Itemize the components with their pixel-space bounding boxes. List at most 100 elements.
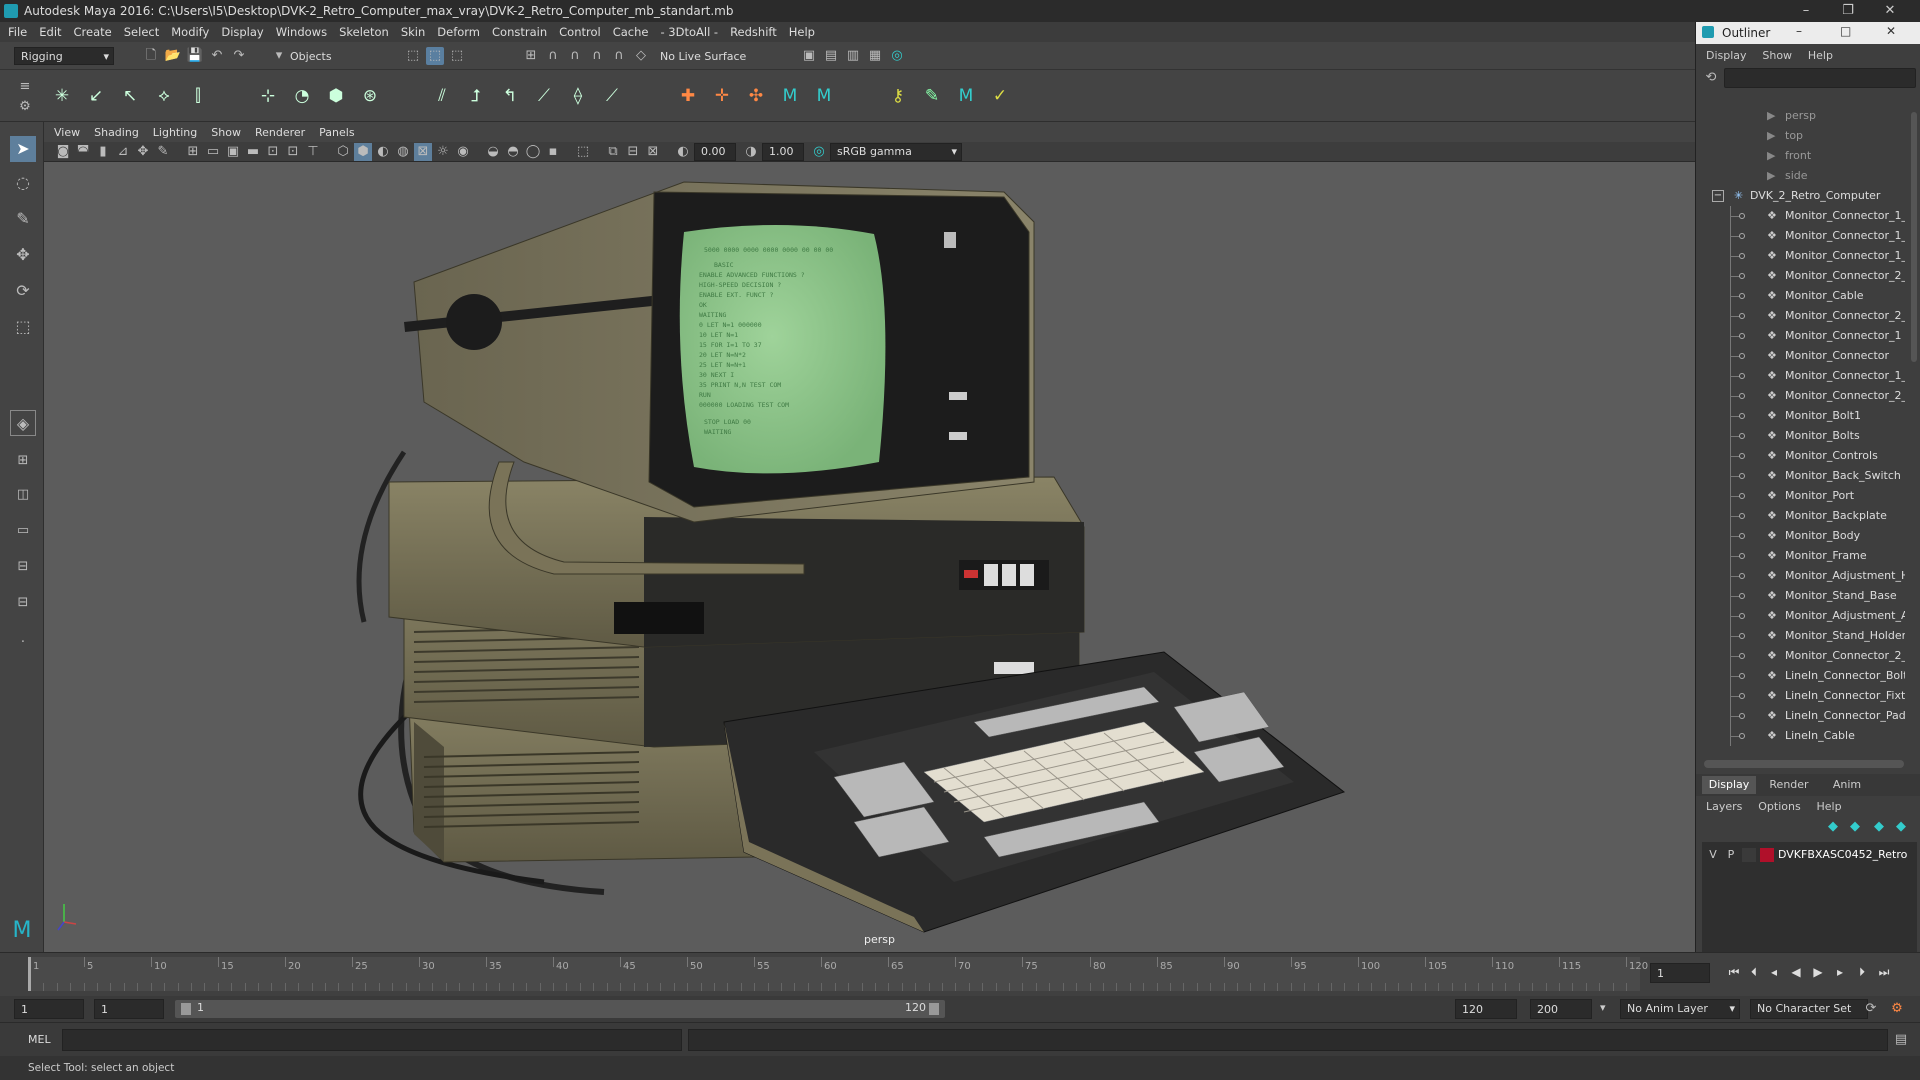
layer-tab-anim[interactable]: Anim [1820,776,1874,794]
cluster-icon[interactable]: ⊹ [256,84,280,108]
menu-edit[interactable]: Edit [39,25,61,39]
outliner-item[interactable]: ❖ LineIn_Cable [1700,726,1905,746]
outliner-item[interactable]: ❖ Monitor_Back_Switch [1700,466,1905,486]
outliner-item[interactable]: ❖ LineIn_Connector_Pad [1700,706,1905,726]
image-plane-icon[interactable]: ⊿ [114,143,132,161]
camera-attr-icon[interactable]: ◚ [74,143,92,161]
menu-help[interactable]: Help [789,25,815,39]
vp-menu-panels[interactable]: Panels [319,126,354,139]
outliner-camera-top[interactable]: ▶ top [1700,126,1905,146]
menu-modify[interactable]: Modify [171,25,209,39]
go-to-end-icon[interactable]: ⏭ [1875,963,1893,981]
gate-mask-icon[interactable]: ▬ [244,143,262,161]
new-layer-selected-icon[interactable]: ◆ [1846,818,1864,836]
layout-four-icon[interactable]: ⊞ [8,452,38,478]
step-back-frame-icon[interactable]: ◂ [1765,963,1783,981]
color-space-dropdown[interactable]: sRGB gamma ▾ [830,143,962,161]
playback-start-field[interactable]: 1 [94,999,164,1019]
toolbox-collapse-icon[interactable]: · [8,634,38,654]
joint-tool-icon[interactable]: ✳ [50,84,74,108]
range-bar[interactable]: 1 120 [175,1000,945,1018]
outliner-item[interactable]: ❖ LineIn_Connector_Bolts [1700,666,1905,686]
shelf-menu-icon[interactable]: ≡ [16,78,34,96]
brush-icon[interactable]: ✎ [920,84,944,108]
smooth-shade-icon[interactable]: ⬢ [354,143,372,161]
current-time-indicator[interactable] [28,957,31,991]
menu-windows[interactable]: Windows [276,25,327,39]
layer-menu-layers[interactable]: Layers [1706,800,1742,813]
paint-select-icon[interactable]: ✎ [10,206,36,232]
layer-menu-help[interactable]: Help [1817,800,1842,813]
outliner-item[interactable]: ❖ Monitor_Connector_1_Bo [1700,366,1905,386]
snap-view-icon[interactable]: ∩ [588,47,606,65]
outliner-menu-help[interactable]: Help [1808,49,1833,62]
outliner-item[interactable]: ❖ Monitor_Connector_1_Pa [1700,246,1905,266]
menu-skeleton[interactable]: Skeleton [339,25,389,39]
wrap-icon[interactable]: ⊛ [358,84,382,108]
playback-end-field[interactable]: 120 [1455,999,1517,1019]
ik-spline-icon[interactable]: ↖ [118,84,142,108]
menu-constrain[interactable]: Constrain [492,25,547,39]
field-chart-icon[interactable]: ⊡ [264,143,282,161]
paint-weights-icon[interactable]: ⟋ [532,84,556,108]
layer-down-icon[interactable]: ◆ [1892,818,1910,836]
close-icon[interactable]: ✕ [1870,0,1910,22]
outliner-item[interactable]: ❖ Monitor_Stand_Holders [1700,626,1905,646]
render-view-icon[interactable]: ▣ [800,47,818,65]
outliner-menu-show[interactable]: Show [1762,49,1792,62]
go-to-start-icon[interactable]: ⏮ [1725,963,1743,981]
point-constraint-icon[interactable]: ✛ [710,84,734,108]
ambient-occlusion-icon[interactable]: ◉ [454,143,472,161]
script-editor-icon[interactable]: ▤ [1892,1031,1910,1049]
isolate-icon[interactable]: ▪ [544,143,562,161]
safe-action-icon[interactable]: ⊡ [284,143,302,161]
gamma-field[interactable]: 1.00 [762,143,804,161]
collapse-icon[interactable]: − [1712,190,1724,202]
end-time-field[interactable]: 200 [1530,999,1592,1019]
lasso-tool-icon[interactable]: ◌ [10,170,36,196]
outliner-item[interactable]: ❖ Monitor_Adjustment_Axe [1700,606,1905,626]
select-object-icon[interactable]: ⬚ [426,47,444,65]
play-backward-icon[interactable]: ◀ [1787,963,1805,981]
outliner-item[interactable]: ❖ Monitor_Cable [1700,286,1905,306]
bind-skin-icon[interactable]: ⫽ [430,84,454,108]
two-d-pan-icon[interactable]: ✥ [134,143,152,161]
shelf-settings-icon[interactable]: ⚙ [16,98,34,116]
layer-playback-toggle[interactable]: P [1724,846,1738,864]
outliner-item[interactable]: ❖ Monitor_Adjustment_Ha [1700,566,1905,586]
bookmark-icon[interactable]: ▮ [94,143,112,161]
outliner-item[interactable]: ❖ Monitor_Bolt1 [1700,406,1905,426]
vp-menu-shading[interactable]: Shading [94,126,139,139]
menu-skin[interactable]: Skin [401,25,425,39]
auto-key-icon[interactable]: ⟳ [1862,1000,1880,1018]
check-icon[interactable]: ✓ [988,84,1012,108]
outliner-root-group[interactable]: − ✳ DVK_2_Retro_Computer [1700,186,1905,206]
color-management-icon[interactable]: ◎ [810,143,828,161]
maya-m-icon[interactable]: M [778,84,802,108]
command-language-label[interactable]: MEL [28,1033,51,1046]
redo-icon[interactable]: ↷ [230,47,248,65]
menu-3dtoall[interactable]: - 3DtoAll - [660,25,718,39]
outliner-camera-persp[interactable]: ▶ persp [1700,106,1905,126]
menu-create[interactable]: Create [74,25,112,39]
sculpt-icon[interactable]: ◔ [290,84,314,108]
rotate-tool-icon[interactable]: ⟳ [10,278,36,304]
interactive-bind-icon[interactable]: ↰ [498,84,522,108]
textured-icon[interactable]: ◍ [394,143,412,161]
save-scene-icon[interactable]: 💾 [186,47,204,65]
ik-handle-icon[interactable]: ↙ [84,84,108,108]
menu-redshift[interactable]: Redshift [730,25,777,39]
add-influence-icon[interactable]: ⟠ [566,84,590,108]
step-forward-key-icon[interactable]: ⏵ [1853,963,1871,981]
mirror-joint-icon[interactable]: ⫿ [186,84,210,108]
motion-blur-icon[interactable]: ◒ [484,143,502,161]
menu-display[interactable]: Display [221,25,263,39]
time-ruler[interactable]: 1 5 10 15 20 25 30 35 40 45 50 55 60 65 70 75 80 85 90 95 10… [28,957,1648,991]
layer-up-icon[interactable]: ◆ [1870,818,1888,836]
select-tool-icon[interactable]: ➤ [10,136,36,162]
close-icon[interactable]: ✕ [1886,24,1896,38]
outliner-filter-icon[interactable]: ⟲ [1702,69,1720,87]
layer-tab-display[interactable]: Display [1702,776,1756,794]
menu-control[interactable]: Control [559,25,601,39]
depth-of-field-icon[interactable]: ◯ [524,143,542,161]
